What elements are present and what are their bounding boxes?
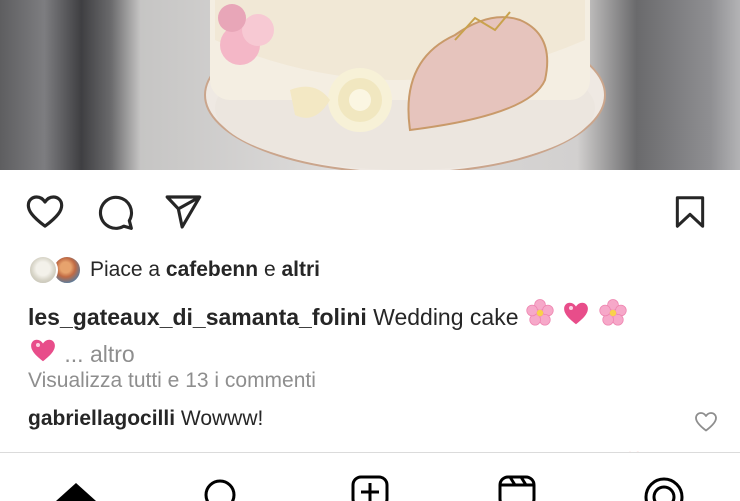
post-actions-bar — [0, 190, 740, 234]
comment-username[interactable]: gabriellagocilli — [28, 407, 175, 430]
liked-by-text: Piace a cafebenn e altri — [90, 258, 320, 282]
liked-by-row[interactable]: Piace a cafebenn e altri — [28, 252, 320, 288]
caption-username[interactable]: les_gateaux_di_samanta_folini — [28, 304, 367, 330]
post-image[interactable] — [0, 0, 740, 170]
sparkling-heart-emoji — [28, 335, 58, 372]
caption-more-link[interactable]: altro — [90, 341, 135, 367]
heart-icon[interactable] — [23, 190, 67, 234]
liked-by-conj: e — [263, 258, 276, 281]
liked-by-username[interactable]: cafebenn — [166, 258, 258, 281]
bookmark-icon[interactable] — [668, 190, 712, 234]
post-caption: les_gateaux_di_samanta_folini Wedding ca… — [28, 298, 688, 372]
cherry-blossom-emoji — [525, 298, 555, 335]
caption-text: Wedding cake — [373, 304, 519, 330]
comment-text: Wowww! — [180, 407, 264, 430]
caption-ellipsis: ... — [64, 341, 84, 367]
comment-row: gabriellagocilli Wowww! — [28, 407, 263, 431]
cake-illustration — [204, 0, 606, 170]
sparkling-heart-emoji — [561, 298, 591, 335]
avatar — [28, 255, 58, 285]
comment-icon[interactable] — [93, 190, 137, 234]
search-icon[interactable] — [198, 471, 242, 501]
new-post-icon[interactable] — [348, 471, 392, 501]
liked-by-others[interactable]: altri — [281, 258, 320, 281]
cherry-blossom-emoji — [598, 298, 628, 335]
reels-icon[interactable] — [495, 471, 539, 501]
share-icon[interactable] — [161, 190, 205, 234]
home-icon[interactable] — [54, 471, 98, 501]
liked-by-prefix: Piace a — [90, 258, 161, 281]
bottom-nav-bar — [0, 452, 740, 501]
view-comments-link[interactable]: Visualizza tutti e 13 i commenti — [28, 369, 316, 393]
profile-icon[interactable] — [642, 471, 686, 501]
comment-like-icon[interactable] — [694, 410, 718, 434]
